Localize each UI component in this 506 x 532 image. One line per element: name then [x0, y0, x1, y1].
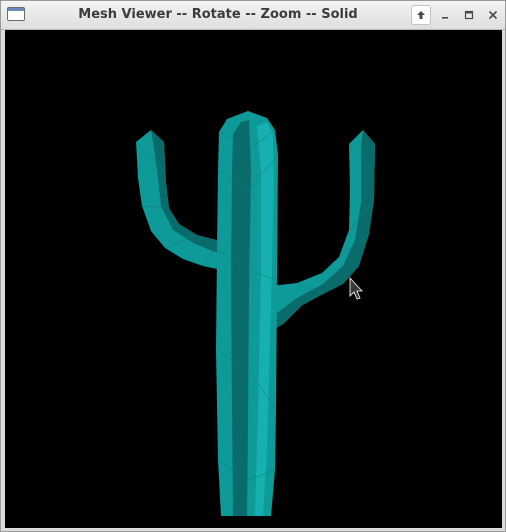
close-button[interactable] [483, 5, 503, 25]
maximize-button[interactable] [459, 5, 479, 25]
mesh-viewer-window: Mesh Viewer -- Rotate -- Zoom -- Solid [0, 0, 506, 532]
cactus-mesh[interactable] [135, 111, 375, 516]
window-title: Mesh Viewer -- Rotate -- Zoom -- Solid [78, 7, 358, 22]
minimize-icon [442, 17, 448, 19]
close-icon [488, 10, 498, 20]
minimize-button[interactable] [435, 5, 455, 25]
shade-button[interactable] [411, 5, 431, 25]
window-menu-icon[interactable] [7, 7, 25, 21]
window-controls [409, 4, 505, 26]
mesh-viewport[interactable] [5, 30, 502, 528]
maximize-icon [464, 10, 474, 20]
mouse-pointer-icon [349, 276, 363, 300]
mesh-canvas[interactable] [5, 30, 502, 528]
title-bar[interactable]: Mesh Viewer -- Rotate -- Zoom -- Solid [1, 1, 505, 30]
shade-icon [417, 11, 425, 19]
